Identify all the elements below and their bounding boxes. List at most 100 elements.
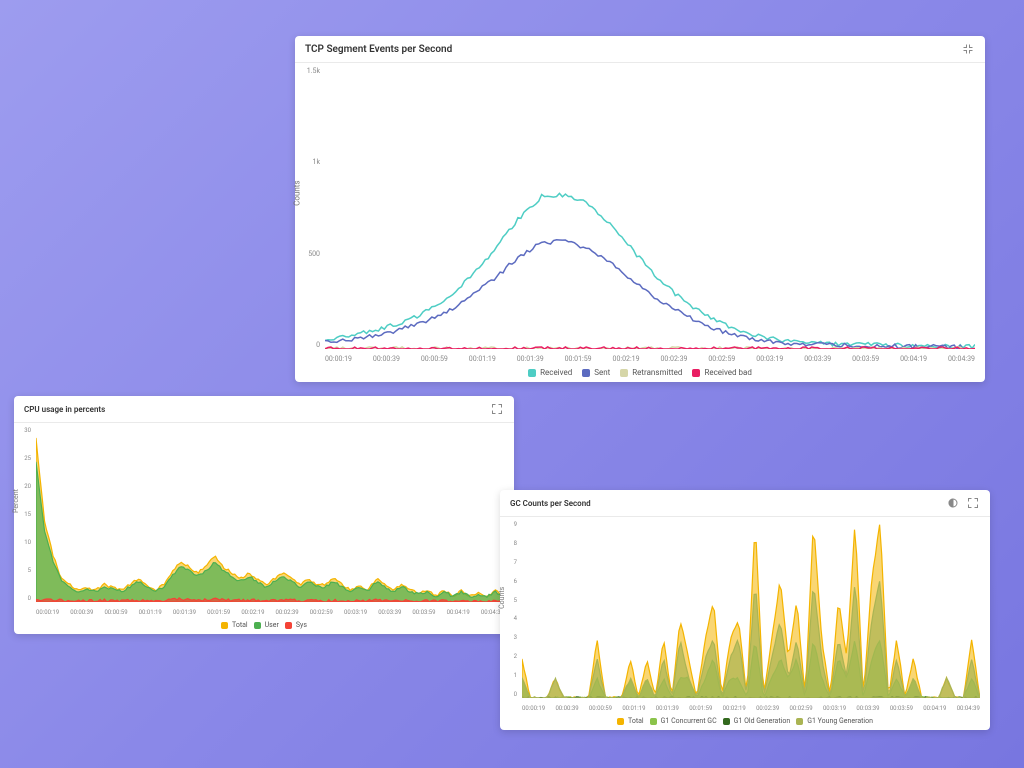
tick-label: 00:00:39 [70,609,93,616]
tick-label: 5 [500,597,520,604]
tcp-line-chart [325,67,975,349]
tick-label: 00:02:59 [790,705,813,712]
legend-item[interactable]: Sys [285,621,307,629]
legend-label: Sys [296,621,307,629]
legend-item[interactable]: Received bad [692,368,751,377]
tick-label: 00:00:39 [373,355,400,363]
chart-area[interactable] [522,521,980,698]
chart-area[interactable] [36,427,504,602]
tick-label: 00:01:39 [656,705,679,712]
cpu-usage-panel: CPU usage in percents Percent 3025201510… [14,396,514,634]
gc-counts-panel: GC Counts per Second Counts 9876543210 0… [500,490,990,730]
x-axis-ticks: 00:00:19 00:00:39 00:00:59 00:01:19 00:01:39… [36,609,504,616]
panel-title: TCP Segment Events per Second [305,44,452,55]
tcp-segments-panel: TCP Segment Events per Second Counts 1.5… [295,36,985,382]
tick-label: 00:01:39 [173,609,196,616]
tick-label: 00:01:19 [139,609,162,616]
legend-item[interactable]: User [254,621,279,629]
tick-label: 4 [500,615,520,622]
tick-label: 00:00:59 [104,609,127,616]
y-axis-ticks: 1.5k1k5000 [295,67,323,349]
legend-item[interactable]: G1 Old Generation [723,717,791,725]
panel-actions [946,496,980,510]
tick-label: 6 [500,578,520,585]
legend-swatch [528,369,536,377]
tick-label: 00:00:59 [589,705,612,712]
legend-label: G1 Concurrent GC [661,717,717,725]
tick-label: 00:02:59 [310,609,333,616]
theme-icon[interactable] [946,496,960,510]
tick-label: 2 [500,653,520,660]
tick-label: 00:01:19 [469,355,496,363]
tick-label: 00:02:39 [756,705,779,712]
legend: Total G1 Concurrent GC G1 Old Generation G1… [500,714,990,730]
tick-label: 00:03:39 [856,705,879,712]
legend-label: G1 Young Generation [807,717,873,725]
expand-icon[interactable] [490,402,504,416]
tick-label: 00:02:59 [708,355,735,363]
legend-swatch [692,369,700,377]
tick-label: 00:03:19 [756,355,783,363]
tick-label: 20 [14,483,34,490]
panel-body: Counts 1.5k1k5000 00:00:1900:00:3900:00:… [295,63,985,365]
tick-label: 00:01:59 [565,355,592,363]
tick-label: 500 [295,250,323,258]
tick-label: 30 [14,427,34,434]
y-axis-ticks: 9876543210 [500,521,520,698]
chart-area[interactable] [325,67,975,349]
tick-label: 3 [500,634,520,641]
legend-swatch [221,622,228,629]
legend-item[interactable]: Total [617,717,644,725]
tick-label: 00:04:19 [447,609,470,616]
legend-item[interactable]: G1 Young Generation [796,717,873,725]
legend-label: Sent [594,368,610,377]
collapse-icon[interactable] [961,42,975,56]
legend-item[interactable]: Retransmitted [620,368,682,377]
x-axis-ticks: 00:00:1900:00:3900:00:5900:01:1900:01:39… [522,705,980,712]
tick-label: 00:04:39 [948,355,975,363]
legend-swatch [796,718,803,725]
tick-label: 00:02:19 [723,705,746,712]
tick-label: 00:02:19 [613,355,640,363]
legend-label: User [265,621,279,629]
tick-label: 00:04:19 [900,355,927,363]
legend-swatch [617,718,624,725]
tick-label: 1k [295,158,323,166]
legend-swatch [254,622,261,629]
panel-title: CPU usage in percents [24,405,105,414]
tick-label: 00:03:39 [378,609,401,616]
tick-label: 00:03:19 [823,705,846,712]
legend-item[interactable]: Total [221,621,248,629]
tick-label: 15 [14,511,34,518]
legend-item[interactable]: Sent [582,368,610,377]
tick-label: 00:03:59 [852,355,879,363]
legend-label: Received bad [704,368,751,377]
legend-label: Received [540,368,572,377]
tick-label: 00:01:39 [517,355,544,363]
tick-label: 00:02:19 [241,609,264,616]
y-axis-ticks: 302520151050 [14,427,34,602]
legend-item[interactable]: Received [528,368,572,377]
legend-swatch [650,718,657,725]
panel-header: CPU usage in percents [14,396,514,423]
legend-item[interactable]: G1 Concurrent GC [650,717,717,725]
panel-body: Percent 302520151050 00:00:1900:00:3900:… [14,423,514,618]
tick-label: 00:01:59 [689,705,712,712]
legend: Total User Sys [14,618,514,634]
legend-label: Retransmitted [632,368,682,377]
tick-label: 9 [500,521,520,528]
tick-label: 1 [500,672,520,679]
expand-icon[interactable] [966,496,980,510]
tick-label: 00:03:59 [890,705,913,712]
tick-label: 1.5k [295,67,323,75]
legend-swatch [582,369,590,377]
tick-label: 00:00:19 [36,609,59,616]
panel-actions [961,42,975,56]
tick-label: 25 [14,455,34,462]
tick-label: 8 [500,540,520,547]
tick-label: 0 [500,691,520,698]
legend-label: G1 Old Generation [734,717,791,725]
panel-actions [490,402,504,416]
legend: Received Sent Retransmitted Received bad [295,365,985,382]
tick-label: 00:00:59 [421,355,448,363]
